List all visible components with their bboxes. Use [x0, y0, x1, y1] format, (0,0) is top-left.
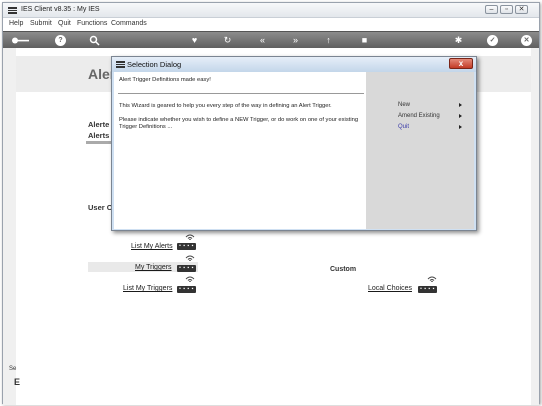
cancel-icon[interactable]: ✕ — [521, 35, 532, 46]
dialog-prompt-line1: Please indicate whether you wish to defi… — [119, 117, 359, 123]
local-choices-badge[interactable]: • ▪ ▪ ▪ — [418, 286, 437, 293]
right-strip — [531, 48, 539, 405]
title-bar: IES Client v8.35 : My IES – ▫ ✕ — [3, 3, 539, 18]
upload-icon[interactable]: ↑ — [323, 35, 334, 46]
section-user: User O — [88, 203, 113, 212]
key-icon[interactable] — [11, 35, 31, 46]
search-icon[interactable] — [89, 35, 100, 46]
selection-dialog: Selection Dialog x Alert Trigger Definit… — [111, 56, 477, 231]
dialog-menu-icon[interactable] — [116, 61, 125, 68]
menu-submit[interactable]: Submit — [30, 20, 52, 27]
maximize-icon[interactable]: ▫ — [500, 5, 513, 14]
dialog-close-icon[interactable]: x — [449, 58, 473, 69]
option-quit[interactable]: Quit — [398, 124, 409, 130]
toolbar: ? ♥ ↻ « » ↑ ■ ✱ ✓ ✕ — [3, 31, 539, 48]
dialog-heading: Alert Trigger Definitions made easy! — [119, 77, 211, 83]
corner-label-bottom: E — [14, 377, 21, 387]
app-menu-icon[interactable] — [8, 7, 17, 14]
menu-help[interactable]: Help — [9, 20, 23, 27]
check-icon[interactable]: ✓ — [487, 35, 498, 46]
list-my-triggers-badge[interactable]: • ▪ ▪ ▪ — [177, 286, 196, 293]
option-amend-existing[interactable]: Amend Existing — [398, 113, 440, 119]
signal-icon — [185, 276, 195, 282]
local-choices-link[interactable]: Local Choices — [368, 285, 412, 292]
option-quit-arrow-icon[interactable] — [459, 125, 462, 129]
option-amend-arrow-icon[interactable] — [459, 114, 462, 118]
fast-forward-icon[interactable]: » — [290, 35, 301, 46]
list-my-alerts-link[interactable]: List My Alerts — [131, 243, 173, 250]
section-alerted: Alerte — [88, 120, 110, 129]
section-alerts: Alerts — [88, 131, 110, 140]
dialog-intro: This Wizard is geared to help you every … — [119, 103, 332, 109]
stop-icon[interactable]: ■ — [359, 35, 370, 46]
close-icon[interactable]: ✕ — [515, 5, 528, 14]
option-new-arrow-icon[interactable] — [459, 103, 462, 107]
signal-icon — [185, 255, 195, 261]
refresh-icon[interactable]: ↻ — [222, 35, 233, 46]
window-title: IES Client v8.35 : My IES — [21, 6, 100, 13]
gear-icon[interactable]: ✱ — [453, 35, 464, 46]
dialog-divider — [118, 93, 364, 94]
menu-functions[interactable]: Functions — [77, 20, 107, 27]
dialog-prompt-line2: Trigger Definitions ... — [119, 124, 173, 130]
menu-quit[interactable]: Quit — [58, 20, 71, 27]
list-my-alerts-badge[interactable]: • ▪ ▪ ▪ — [177, 243, 196, 250]
dialog-options-panel — [366, 72, 474, 229]
signal-icon — [427, 276, 437, 282]
menu-bar: Help Submit Quit Functions Commands — [3, 18, 539, 31]
app-window: IES Client v8.35 : My IES – ▫ ✕ Help Sub… — [2, 2, 540, 405]
section-custom: Custom — [330, 266, 357, 273]
dialog-title: Selection Dialog — [127, 60, 182, 69]
menu-commands[interactable]: Commands — [111, 20, 147, 27]
minimize-icon[interactable]: – — [485, 5, 498, 14]
my-triggers-badge[interactable]: • ▪ ▪ ▪ — [177, 265, 196, 272]
dialog-title-bar[interactable]: Selection Dialog x — [112, 57, 476, 72]
left-strip — [3, 48, 16, 405]
corner-label-top: Se — [9, 366, 17, 372]
dialog-body: Alert Trigger Definitions made easy! Thi… — [114, 72, 474, 229]
heart-icon[interactable]: ♥ — [189, 35, 200, 46]
my-triggers-link[interactable]: My Triggers — [135, 264, 172, 271]
list-my-triggers-link[interactable]: List My Triggers — [123, 285, 172, 292]
option-new[interactable]: New — [398, 102, 410, 108]
rewind-icon[interactable]: « — [257, 35, 268, 46]
signal-icon — [185, 234, 195, 240]
help-icon[interactable]: ? — [55, 35, 66, 46]
